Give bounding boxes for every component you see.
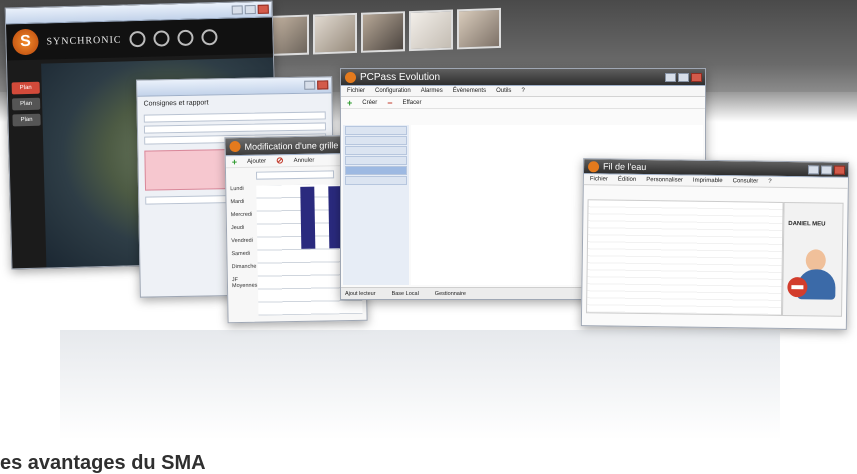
dial-icon[interactable]: [153, 30, 170, 47]
status-text: Base Local: [391, 290, 419, 297]
pcpass-title: PCPass Evolution: [360, 71, 441, 83]
add-icon[interactable]: +: [232, 157, 237, 167]
menu-item[interactable]: Évènements: [453, 88, 486, 94]
pcpass-toolbar: + Créer − Effacer: [341, 97, 705, 109]
dial-icon[interactable]: [201, 28, 218, 46]
fil-de-leau-window: Fil de l'eau Fichier Édition Personnalis…: [580, 158, 850, 330]
window-controls: [807, 164, 848, 175]
menu-item[interactable]: Outils: [496, 88, 511, 94]
day-label: Samedi: [231, 250, 251, 258]
dial-icon[interactable]: [129, 30, 146, 48]
fil-title: Fil de l'eau: [603, 161, 647, 173]
left-pane-item[interactable]: [345, 136, 407, 145]
left-pane-item[interactable]: [345, 156, 407, 165]
add-icon[interactable]: +: [347, 98, 352, 108]
minimize-icon[interactable]: [807, 164, 820, 174]
maximize-icon[interactable]: [678, 72, 689, 82]
day-labels: Lundi Mardi Mercredi Jeudi Vendredi Same…: [230, 185, 258, 290]
reflection: [60, 330, 780, 440]
menu-item[interactable]: Fichier: [347, 88, 365, 94]
person-name: DANIEL MEU: [788, 221, 826, 228]
nav-button-plan[interactable]: Plan: [11, 81, 40, 95]
menu-item[interactable]: Imprimable: [693, 178, 723, 184]
form-field[interactable]: [143, 111, 326, 123]
menu-item[interactable]: Personnaliser: [646, 177, 683, 184]
menu-item[interactable]: Alarmes: [421, 88, 443, 94]
pcpass-left-pane: [343, 125, 409, 285]
nav-button-3[interactable]: Plan: [12, 113, 41, 127]
fil-menubar: Fichier Édition Personnaliser Imprimable…: [583, 174, 848, 189]
day-label: JF Moyennes: [231, 277, 258, 290]
maximize-icon[interactable]: [820, 164, 833, 175]
status-text: Gestionnaire: [434, 290, 466, 297]
window-controls: [665, 72, 705, 82]
left-pane-item-selected[interactable]: [345, 166, 407, 175]
left-pane-item[interactable]: [345, 176, 407, 185]
status-text: Ajout lecteur: [345, 290, 376, 297]
synchronic-logo-text: SYNCHRONIC: [46, 34, 122, 47]
delete-icon[interactable]: −: [387, 98, 392, 108]
menu-item[interactable]: ?: [521, 88, 524, 94]
close-icon[interactable]: [257, 4, 269, 14]
maximize-icon[interactable]: [244, 4, 256, 15]
grid-title: Modification d'une grille: [244, 139, 339, 152]
minimize-icon[interactable]: [231, 5, 243, 15]
camera-thumbnail: [313, 12, 357, 55]
menu-item[interactable]: Configuration: [375, 88, 411, 94]
annuler-button[interactable]: Annuler: [294, 157, 315, 163]
nav-button-2[interactable]: Plan: [11, 97, 41, 111]
menu-item[interactable]: Fichier: [590, 176, 608, 182]
left-pane-item[interactable]: [345, 126, 407, 135]
close-icon[interactable]: [317, 80, 329, 90]
app-icon: [587, 160, 600, 172]
menu-item[interactable]: Consulter: [733, 178, 759, 184]
minimize-icon[interactable]: [665, 72, 676, 82]
close-icon[interactable]: [833, 165, 846, 175]
synchronic-logo-icon: S: [12, 28, 39, 56]
day-label: Mercredi: [230, 211, 253, 219]
cancel-icon[interactable]: ⊘: [276, 155, 284, 166]
window-controls: [304, 80, 331, 90]
synchronic-header: S SYNCHRONIC: [6, 17, 273, 61]
menu-item[interactable]: Édition: [618, 177, 636, 183]
pcpass-menubar: Fichier Configuration Alarmes Évènements…: [341, 86, 705, 97]
grid-name-field[interactable]: [255, 170, 335, 180]
window-controls: [231, 4, 272, 15]
day-label: Dimanche: [231, 263, 257, 271]
ajouter-button[interactable]: Ajouter: [247, 158, 266, 164]
camera-thumbnails: [265, 7, 501, 57]
app-icon: [229, 140, 241, 153]
pcpass-titlebar: PCPass Evolution: [341, 69, 705, 86]
event-log[interactable]: [586, 199, 784, 316]
consignes-title: Consignes et rapport: [143, 99, 209, 108]
form-field[interactable]: [143, 122, 327, 134]
menu-item[interactable]: ?: [768, 179, 771, 185]
delete-button[interactable]: Effacer: [403, 100, 422, 106]
time-block[interactable]: [300, 186, 316, 249]
dial-icon[interactable]: [177, 29, 194, 47]
day-label: Mardi: [230, 198, 245, 206]
section-heading: es avantages du SMA: [0, 452, 206, 474]
day-label: Vendredi: [231, 237, 253, 245]
app-icon: [345, 71, 356, 83]
camera-thumbnail: [457, 7, 501, 50]
left-pane-item[interactable]: [345, 146, 407, 155]
person-card: DANIEL MEU: [782, 201, 844, 317]
camera-thumbnail: [361, 11, 405, 53]
camera-thumbnail: [409, 9, 453, 52]
close-icon[interactable]: [691, 72, 702, 82]
day-label: Jeudi: [230, 224, 245, 232]
minimize-icon[interactable]: [304, 80, 316, 90]
create-button[interactable]: Créer: [362, 100, 377, 106]
day-label: Lundi: [230, 185, 244, 193]
person-icon: [805, 249, 826, 272]
